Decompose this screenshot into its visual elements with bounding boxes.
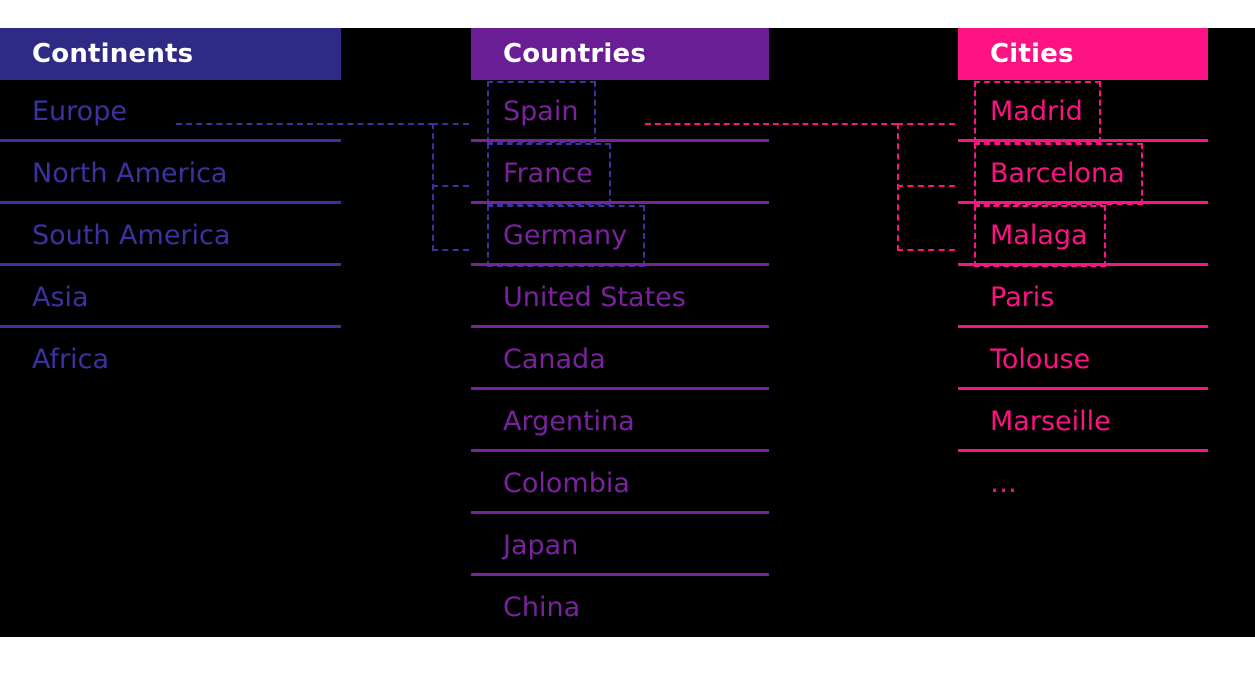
country-row-canada[interactable]: Canada	[471, 328, 769, 390]
link-trunk-to-germany	[432, 249, 469, 251]
link-trunk-vertical-cities	[897, 123, 899, 251]
country-row-japan[interactable]: Japan	[471, 514, 769, 576]
continent-row-europe[interactable]: Europe	[0, 80, 341, 142]
country-label: France	[487, 142, 611, 205]
continents-row-list: Europe North America South America Asia …	[0, 80, 341, 390]
city-row-tolouse[interactable]: Tolouse	[958, 328, 1208, 390]
continent-label: North America	[32, 157, 228, 189]
continent-label: Europe	[32, 95, 127, 127]
country-row-united-states[interactable]: United States	[471, 266, 769, 328]
link-trunk-to-spain	[432, 123, 469, 125]
country-row-china[interactable]: China	[471, 576, 769, 637]
link-trunk-to-malaga	[897, 249, 955, 251]
city-label: Madrid	[974, 80, 1101, 143]
link-europe-to-trunk	[176, 123, 434, 125]
city-row-madrid[interactable]: Madrid	[958, 80, 1208, 143]
city-row-marseille[interactable]: Marseille	[958, 390, 1208, 452]
country-row-argentina[interactable]: Argentina	[471, 390, 769, 452]
country-label: Colombia	[503, 467, 630, 499]
countries-row-list: Spain France Germany United States Canad…	[471, 80, 769, 637]
diagram-stage: Continents Europe North America South Am…	[0, 28, 1255, 637]
city-label: …	[990, 467, 1017, 499]
city-row-malaga[interactable]: Malaga	[958, 204, 1208, 267]
city-row-paris[interactable]: Paris	[958, 266, 1208, 328]
column-header-continents: Continents	[0, 28, 341, 80]
country-row-spain[interactable]: Spain	[471, 80, 769, 143]
city-label: Paris	[990, 281, 1055, 313]
cities-row-list: Madrid Barcelona Malaga Paris Tolouse Ma…	[958, 80, 1208, 514]
city-row-more-ellipsis[interactable]: …	[958, 452, 1208, 514]
country-label: Canada	[503, 343, 606, 375]
column-cities: Cities Madrid Barcelona Malaga Paris Tol…	[958, 28, 1208, 514]
city-label: Malaga	[974, 204, 1106, 267]
link-trunk-to-madrid	[897, 123, 955, 125]
continent-row-north-america[interactable]: North America	[0, 142, 341, 204]
continent-label: Asia	[32, 281, 89, 313]
city-row-barcelona[interactable]: Barcelona	[958, 142, 1208, 205]
column-header-cities: Cities	[958, 28, 1208, 80]
city-label: Barcelona	[974, 142, 1143, 205]
link-spain-to-trunk	[645, 123, 897, 125]
continent-row-asia[interactable]: Asia	[0, 266, 341, 328]
country-row-germany[interactable]: Germany	[471, 204, 769, 267]
city-label: Marseille	[990, 405, 1111, 437]
column-continents: Continents Europe North America South Am…	[0, 28, 341, 390]
country-label: Germany	[486, 204, 646, 267]
column-countries: Countries Spain France Germany United St…	[471, 28, 769, 637]
country-label: Argentina	[503, 405, 635, 437]
continent-label: South America	[32, 219, 231, 251]
diagram-canvas: Continents Europe North America South Am…	[0, 0, 1255, 679]
country-label: United States	[503, 281, 686, 313]
country-label: Japan	[503, 529, 579, 561]
link-trunk-to-barcelona	[897, 185, 955, 187]
continent-row-africa[interactable]: Africa	[0, 328, 341, 390]
column-header-countries: Countries	[471, 28, 769, 80]
continent-row-south-america[interactable]: South America	[0, 204, 341, 266]
city-label: Tolouse	[990, 343, 1091, 375]
country-label: Spain	[486, 80, 597, 143]
country-row-colombia[interactable]: Colombia	[471, 452, 769, 514]
continent-label: Africa	[32, 343, 110, 375]
link-trunk-vertical-countries	[432, 123, 434, 251]
link-trunk-to-france	[432, 185, 469, 187]
country-label: China	[503, 591, 581, 623]
country-row-france[interactable]: France	[471, 142, 769, 205]
